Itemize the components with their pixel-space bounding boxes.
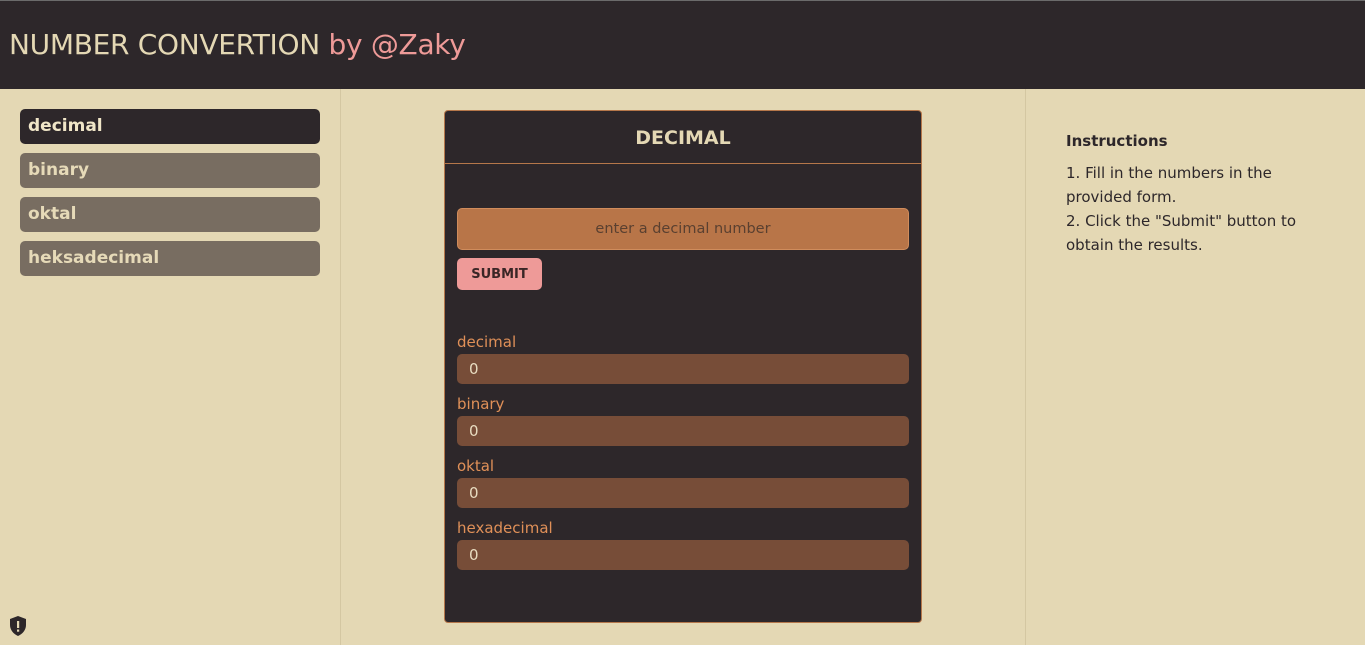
instructions-title: Instructions <box>1066 132 1168 150</box>
result-label-binary: binary <box>457 395 505 413</box>
app-title-text: NUMBER CONVERTION <box>9 28 320 61</box>
shield-alert-icon[interactable] <box>8 615 28 637</box>
result-label-hexadecimal: hexadecimal <box>457 519 553 537</box>
decimal-number-input[interactable] <box>457 208 909 250</box>
result-value-hexadecimal: 0 <box>457 540 909 570</box>
converter-title: DECIMAL <box>445 111 921 164</box>
submit-button[interactable]: SUBMIT <box>457 258 542 290</box>
sidebar-item-oktal[interactable]: oktal <box>20 197 320 232</box>
result-label-decimal: decimal <box>457 333 517 351</box>
app-title: NUMBER CONVERTION by @Zaky <box>9 28 466 61</box>
app-header: NUMBER CONVERTION by @Zaky <box>0 0 1365 89</box>
sidebar-item-heksadecimal[interactable]: heksadecimal <box>20 241 320 276</box>
instruction-step-2: 2. Click the "Submit" button to obtain t… <box>1066 212 1297 254</box>
result-value-oktal: 0 <box>457 478 909 508</box>
sidebar-item-binary[interactable]: binary <box>20 153 320 188</box>
sidebar-item-decimal[interactable]: decimal <box>20 109 320 144</box>
instruction-step-1: 1. Fill in the numbers in the provided f… <box>1066 164 1272 206</box>
app-byline: by @Zaky <box>328 28 466 61</box>
result-label-oktal: oktal <box>457 457 495 475</box>
converter-card: DECIMAL SUBMIT decimal 0 binary 0 oktal … <box>444 110 922 623</box>
result-value-binary: 0 <box>457 416 909 446</box>
result-value-decimal: 0 <box>457 354 909 384</box>
